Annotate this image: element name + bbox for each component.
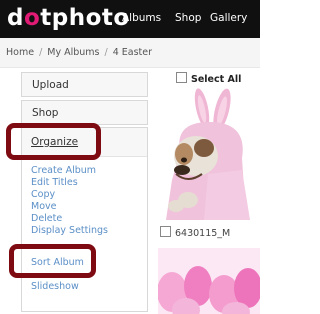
checkbox-box[interactable] [176,72,187,83]
edit-titles-link[interactable]: Edit Titles [31,177,78,188]
sort-album-highlight-box [9,244,96,278]
logo-text-tphoto: tphoto [40,5,130,31]
breadcrumb-current-album: 4 Easter [112,47,153,58]
display-settings-link[interactable]: Display Settings [31,225,108,236]
copy-link[interactable]: Copy [31,189,55,200]
sidebar-upload-label: Upload [32,79,69,91]
top-navigation-bar: dotphoto Albums Shop Gallery [0,0,260,38]
sidebar-shop-button[interactable]: Shop [21,100,148,125]
breadcrumb: Home / My Albums / 4 Easter [6,47,152,58]
photo-caption: 6430115_M [175,228,231,239]
photo-select-checkbox[interactable] [160,226,171,237]
bulldog-photo-image [158,88,260,220]
organize-highlight-box [6,123,101,160]
nav-albums-link[interactable]: Albums [122,12,161,24]
dotphoto-logo[interactable]: dotphoto [7,3,130,33]
breadcrumb-separator: / [39,47,43,58]
breadcrumb-bar: Home / My Albums / 4 Easter [0,38,260,68]
sidebar-shop-label: Shop [32,107,59,119]
sidebar-upload-button[interactable]: Upload [21,72,148,97]
select-all-checkbox[interactable]: Select All [176,72,241,85]
move-link[interactable]: Move [31,201,56,212]
breadcrumb-my-albums[interactable]: My Albums [47,47,99,58]
photo-thumbnail-bulldog[interactable] [158,88,260,220]
slideshow-link[interactable]: Slideshow [31,281,79,292]
logo-text-d: d [7,5,24,31]
create-album-link[interactable]: Create Album [31,165,96,176]
peeps-photo-image [158,248,260,314]
nav-shop-link[interactable]: Shop [175,12,201,24]
photo-item-label: 6430115_M [160,226,230,239]
breadcrumb-separator: / [104,47,108,58]
delete-link[interactable]: Delete [31,213,62,224]
photo-thumbnail-peeps[interactable] [158,248,260,314]
select-all-label: Select All [191,74,242,85]
breadcrumb-home[interactable]: Home [6,47,34,58]
logo-text-o: o [23,5,41,31]
nav-gallery-link[interactable]: Gallery [210,12,247,24]
